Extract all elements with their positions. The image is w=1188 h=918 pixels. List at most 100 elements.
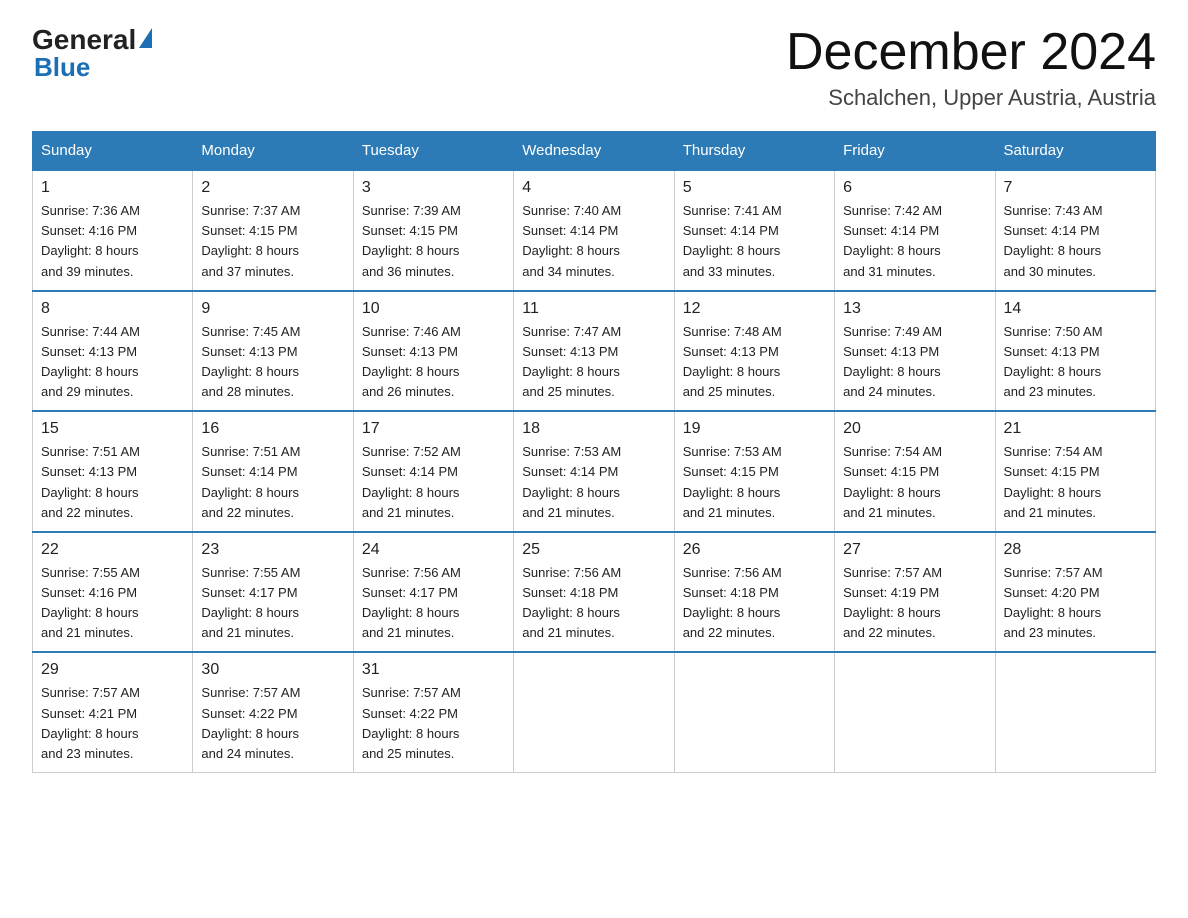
day-number: 23 bbox=[201, 541, 344, 559]
header-row: SundayMondayTuesdayWednesdayThursdayFrid… bbox=[33, 132, 1156, 171]
day-number: 9 bbox=[201, 300, 344, 318]
day-info: Sunrise: 7:55 AMSunset: 4:17 PMDaylight:… bbox=[201, 565, 300, 640]
calendar-body: 1 Sunrise: 7:36 AMSunset: 4:16 PMDayligh… bbox=[33, 170, 1156, 772]
calendar-cell: 7 Sunrise: 7:43 AMSunset: 4:14 PMDayligh… bbox=[995, 170, 1155, 291]
calendar-cell: 17 Sunrise: 7:52 AMSunset: 4:14 PMDaylig… bbox=[353, 411, 513, 532]
day-number: 3 bbox=[362, 179, 505, 197]
calendar-cell bbox=[674, 652, 834, 772]
day-info: Sunrise: 7:57 AMSunset: 4:22 PMDaylight:… bbox=[201, 685, 300, 760]
day-number: 21 bbox=[1004, 420, 1147, 438]
header-day-thursday: Thursday bbox=[674, 132, 834, 171]
calendar-cell: 5 Sunrise: 7:41 AMSunset: 4:14 PMDayligh… bbox=[674, 170, 834, 291]
day-info: Sunrise: 7:44 AMSunset: 4:13 PMDaylight:… bbox=[41, 324, 140, 399]
calendar-cell: 12 Sunrise: 7:48 AMSunset: 4:13 PMDaylig… bbox=[674, 291, 834, 412]
day-info: Sunrise: 7:54 AMSunset: 4:15 PMDaylight:… bbox=[1004, 444, 1103, 519]
day-info: Sunrise: 7:49 AMSunset: 4:13 PMDaylight:… bbox=[843, 324, 942, 399]
day-info: Sunrise: 7:45 AMSunset: 4:13 PMDaylight:… bbox=[201, 324, 300, 399]
day-number: 10 bbox=[362, 300, 505, 318]
day-number: 20 bbox=[843, 420, 986, 438]
day-number: 16 bbox=[201, 420, 344, 438]
header-day-friday: Friday bbox=[835, 132, 995, 171]
calendar-cell bbox=[995, 652, 1155, 772]
calendar-cell: 10 Sunrise: 7:46 AMSunset: 4:13 PMDaylig… bbox=[353, 291, 513, 412]
day-info: Sunrise: 7:36 AMSunset: 4:16 PMDaylight:… bbox=[41, 203, 140, 278]
day-info: Sunrise: 7:57 AMSunset: 4:20 PMDaylight:… bbox=[1004, 565, 1103, 640]
day-info: Sunrise: 7:48 AMSunset: 4:13 PMDaylight:… bbox=[683, 324, 782, 399]
calendar-cell: 13 Sunrise: 7:49 AMSunset: 4:13 PMDaylig… bbox=[835, 291, 995, 412]
day-info: Sunrise: 7:54 AMSunset: 4:15 PMDaylight:… bbox=[843, 444, 942, 519]
day-number: 5 bbox=[683, 179, 826, 197]
calendar-cell: 20 Sunrise: 7:54 AMSunset: 4:15 PMDaylig… bbox=[835, 411, 995, 532]
day-info: Sunrise: 7:57 AMSunset: 4:21 PMDaylight:… bbox=[41, 685, 140, 760]
week-row-5: 29 Sunrise: 7:57 AMSunset: 4:21 PMDaylig… bbox=[33, 652, 1156, 772]
calendar-cell: 19 Sunrise: 7:53 AMSunset: 4:15 PMDaylig… bbox=[674, 411, 834, 532]
day-number: 11 bbox=[522, 300, 665, 318]
day-info: Sunrise: 7:41 AMSunset: 4:14 PMDaylight:… bbox=[683, 203, 782, 278]
day-number: 7 bbox=[1004, 179, 1147, 197]
day-info: Sunrise: 7:39 AMSunset: 4:15 PMDaylight:… bbox=[362, 203, 461, 278]
day-number: 13 bbox=[843, 300, 986, 318]
calendar-cell: 1 Sunrise: 7:36 AMSunset: 4:16 PMDayligh… bbox=[33, 170, 193, 291]
day-number: 28 bbox=[1004, 541, 1147, 559]
day-number: 15 bbox=[41, 420, 184, 438]
calendar-cell: 28 Sunrise: 7:57 AMSunset: 4:20 PMDaylig… bbox=[995, 532, 1155, 653]
calendar-cell: 18 Sunrise: 7:53 AMSunset: 4:14 PMDaylig… bbox=[514, 411, 674, 532]
day-info: Sunrise: 7:56 AMSunset: 4:18 PMDaylight:… bbox=[683, 565, 782, 640]
calendar-cell: 6 Sunrise: 7:42 AMSunset: 4:14 PMDayligh… bbox=[835, 170, 995, 291]
calendar-cell: 25 Sunrise: 7:56 AMSunset: 4:18 PMDaylig… bbox=[514, 532, 674, 653]
day-info: Sunrise: 7:50 AMSunset: 4:13 PMDaylight:… bbox=[1004, 324, 1103, 399]
day-number: 19 bbox=[683, 420, 826, 438]
calendar-table: SundayMondayTuesdayWednesdayThursdayFrid… bbox=[32, 131, 1156, 773]
day-number: 29 bbox=[41, 661, 184, 679]
header-day-saturday: Saturday bbox=[995, 132, 1155, 171]
day-info: Sunrise: 7:43 AMSunset: 4:14 PMDaylight:… bbox=[1004, 203, 1103, 278]
day-info: Sunrise: 7:53 AMSunset: 4:14 PMDaylight:… bbox=[522, 444, 621, 519]
logo-triangle-icon bbox=[139, 28, 152, 48]
calendar-cell: 31 Sunrise: 7:57 AMSunset: 4:22 PMDaylig… bbox=[353, 652, 513, 772]
calendar-cell bbox=[835, 652, 995, 772]
day-info: Sunrise: 7:40 AMSunset: 4:14 PMDaylight:… bbox=[522, 203, 621, 278]
day-number: 8 bbox=[41, 300, 184, 318]
calendar-cell: 29 Sunrise: 7:57 AMSunset: 4:21 PMDaylig… bbox=[33, 652, 193, 772]
header-day-sunday: Sunday bbox=[33, 132, 193, 171]
day-number: 4 bbox=[522, 179, 665, 197]
day-number: 17 bbox=[362, 420, 505, 438]
day-info: Sunrise: 7:51 AMSunset: 4:14 PMDaylight:… bbox=[201, 444, 300, 519]
day-number: 18 bbox=[522, 420, 665, 438]
calendar-cell: 21 Sunrise: 7:54 AMSunset: 4:15 PMDaylig… bbox=[995, 411, 1155, 532]
page-header: General Blue December 2024 Schalchen, Up… bbox=[32, 24, 1156, 111]
day-number: 12 bbox=[683, 300, 826, 318]
day-info: Sunrise: 7:52 AMSunset: 4:14 PMDaylight:… bbox=[362, 444, 461, 519]
calendar-cell: 30 Sunrise: 7:57 AMSunset: 4:22 PMDaylig… bbox=[193, 652, 353, 772]
day-number: 14 bbox=[1004, 300, 1147, 318]
title-block: December 2024 Schalchen, Upper Austria, … bbox=[786, 24, 1156, 111]
logo: General Blue bbox=[32, 24, 152, 83]
week-row-4: 22 Sunrise: 7:55 AMSunset: 4:16 PMDaylig… bbox=[33, 532, 1156, 653]
calendar-cell: 8 Sunrise: 7:44 AMSunset: 4:13 PMDayligh… bbox=[33, 291, 193, 412]
day-info: Sunrise: 7:56 AMSunset: 4:18 PMDaylight:… bbox=[522, 565, 621, 640]
day-number: 30 bbox=[201, 661, 344, 679]
calendar-cell: 26 Sunrise: 7:56 AMSunset: 4:18 PMDaylig… bbox=[674, 532, 834, 653]
week-row-2: 8 Sunrise: 7:44 AMSunset: 4:13 PMDayligh… bbox=[33, 291, 1156, 412]
day-info: Sunrise: 7:57 AMSunset: 4:19 PMDaylight:… bbox=[843, 565, 942, 640]
day-number: 6 bbox=[843, 179, 986, 197]
calendar-cell: 23 Sunrise: 7:55 AMSunset: 4:17 PMDaylig… bbox=[193, 532, 353, 653]
calendar-cell: 24 Sunrise: 7:56 AMSunset: 4:17 PMDaylig… bbox=[353, 532, 513, 653]
calendar-cell: 9 Sunrise: 7:45 AMSunset: 4:13 PMDayligh… bbox=[193, 291, 353, 412]
calendar-cell: 14 Sunrise: 7:50 AMSunset: 4:13 PMDaylig… bbox=[995, 291, 1155, 412]
day-info: Sunrise: 7:56 AMSunset: 4:17 PMDaylight:… bbox=[362, 565, 461, 640]
day-number: 31 bbox=[362, 661, 505, 679]
day-info: Sunrise: 7:37 AMSunset: 4:15 PMDaylight:… bbox=[201, 203, 300, 278]
month-title: December 2024 bbox=[786, 24, 1156, 81]
week-row-3: 15 Sunrise: 7:51 AMSunset: 4:13 PMDaylig… bbox=[33, 411, 1156, 532]
header-day-tuesday: Tuesday bbox=[353, 132, 513, 171]
calendar-cell: 2 Sunrise: 7:37 AMSunset: 4:15 PMDayligh… bbox=[193, 170, 353, 291]
day-number: 25 bbox=[522, 541, 665, 559]
calendar-cell: 22 Sunrise: 7:55 AMSunset: 4:16 PMDaylig… bbox=[33, 532, 193, 653]
day-number: 27 bbox=[843, 541, 986, 559]
week-row-1: 1 Sunrise: 7:36 AMSunset: 4:16 PMDayligh… bbox=[33, 170, 1156, 291]
day-number: 1 bbox=[41, 179, 184, 197]
day-info: Sunrise: 7:47 AMSunset: 4:13 PMDaylight:… bbox=[522, 324, 621, 399]
calendar-cell: 11 Sunrise: 7:47 AMSunset: 4:13 PMDaylig… bbox=[514, 291, 674, 412]
day-info: Sunrise: 7:46 AMSunset: 4:13 PMDaylight:… bbox=[362, 324, 461, 399]
